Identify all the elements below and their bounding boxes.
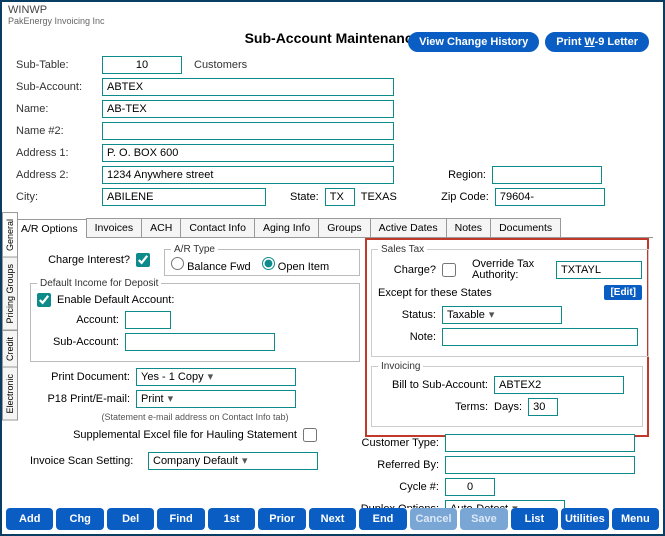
cust-type-input[interactable] [445,434,635,452]
st-edit-button[interactable]: [Edit] [604,285,642,300]
addr1-label: Address 1: [16,147,96,159]
zip-label: Zip Code: [433,191,489,203]
addr2-label: Address 2: [16,169,96,181]
cycle-label: Cycle #: [353,481,439,493]
st-note-label: Note: [378,331,436,343]
name2-input[interactable] [102,122,394,140]
region-input[interactable] [492,166,602,184]
ar-type-legend: A/R Type [171,244,218,255]
bill-to-label: Bill to Sub-Account: [378,379,488,391]
sub-table-input[interactable] [102,56,182,74]
menu-button[interactable]: Menu [612,508,659,530]
vtab-pricing-groups[interactable]: Pricing Groups [2,257,18,331]
company-name: PakEnergy Invoicing Inc [8,16,657,26]
tab-aging-info[interactable]: Aging Info [254,218,319,237]
sub-table-label: Sub-Table: [16,59,96,71]
save-button[interactable]: Save [460,508,507,530]
st-override-input[interactable] [556,261,642,279]
chg-button[interactable]: Chg [56,508,103,530]
stmt-note: (Statement e-mail address on Contact Inf… [30,412,360,422]
next-button[interactable]: Next [309,508,356,530]
add-button[interactable]: Add [6,508,53,530]
sales-tax-legend: Sales Tax [378,244,427,255]
di-subaccount-input[interactable] [125,333,275,351]
enable-default-label: Enable Default Account: [57,294,174,306]
vtab-general[interactable]: General [2,212,18,258]
customers-text: Customers [194,59,247,71]
st-except-label: Except for these States [378,287,492,299]
tab-active-dates[interactable]: Active Dates [370,218,447,237]
prior-button[interactable]: Prior [258,508,305,530]
default-income-legend: Default Income for Deposit [37,278,161,289]
st-override-label: Override Tax Authority: [472,259,550,281]
cycle-input[interactable] [445,478,495,496]
di-subaccount-label: Sub-Account: [37,336,119,348]
addr1-input[interactable] [102,144,394,162]
supplemental-label: Supplemental Excel file for Hauling Stat… [73,429,297,441]
name2-label: Name #2: [16,125,96,137]
city-input[interactable] [102,188,266,206]
cust-type-label: Customer Type: [353,437,439,449]
tab-invoices[interactable]: Invoices [86,218,143,237]
addr2-input[interactable] [102,166,394,184]
tab-notes[interactable]: Notes [446,218,491,237]
di-account-label: Account: [37,314,119,326]
del-button[interactable]: Del [107,508,154,530]
st-status-label: Status: [378,309,436,321]
find-button[interactable]: Find [157,508,204,530]
invoicing-legend: Invoicing [378,361,423,372]
name-input[interactable] [102,100,394,118]
print-w9-button[interactable]: Print W-9 Letter [545,32,649,52]
end-button[interactable]: End [359,508,406,530]
1st-button[interactable]: 1st [208,508,255,530]
charge-interest-checkbox[interactable] [136,253,150,267]
print-doc-select[interactable]: Yes - 1 Copy [136,368,296,386]
sub-account-input[interactable] [102,78,394,96]
terms-label: Terms: [378,401,488,413]
supplemental-checkbox[interactable] [303,428,317,442]
city-label: City: [16,191,96,203]
list-button[interactable]: List [511,508,558,530]
view-change-history-button[interactable]: View Change History [408,32,539,52]
region-label: Region: [430,169,486,181]
p18-label: P18 Print/E-mail: [30,393,130,405]
days-input[interactable] [528,398,558,416]
state-input[interactable] [325,188,355,206]
vtab-electronic[interactable]: Electronic [2,367,18,421]
st-note-input[interactable] [442,328,638,346]
tab-a-r-options[interactable]: A/R Options [12,219,87,238]
zip-input[interactable] [495,188,605,206]
p18-select[interactable]: Print [136,390,296,408]
ref-by-label: Referred By: [353,459,439,471]
open-item-option[interactable]: Open Item [262,261,329,273]
enable-default-checkbox[interactable] [37,293,51,307]
print-doc-label: Print Document: [30,371,130,383]
vtab-credit[interactable]: Credit [2,330,18,368]
cancel-button[interactable]: Cancel [410,508,457,530]
balance-fwd-option[interactable]: Balance Fwd [171,261,251,273]
tab-ach[interactable]: ACH [141,218,181,237]
app-name: WINWP [8,4,657,16]
tab-contact-info[interactable]: Contact Info [180,218,255,237]
st-status-select[interactable]: Taxable [442,306,562,324]
scan-label: Invoice Scan Setting: [30,455,142,467]
sub-account-label: Sub-Account: [16,81,96,93]
st-charge-checkbox[interactable] [442,263,456,277]
scan-select[interactable]: Company Default [148,452,318,470]
days-label: Days: [494,401,522,413]
di-account-input[interactable] [125,311,171,329]
charge-interest-label: Charge Interest? [30,254,130,266]
st-charge-label: Charge? [378,264,436,276]
tab-documents[interactable]: Documents [490,218,561,237]
state-name: TEXAS [361,191,397,203]
ref-by-input[interactable] [445,456,635,474]
tab-groups[interactable]: Groups [318,218,370,237]
state-label: State: [290,191,319,203]
name-label: Name: [16,103,96,115]
bill-to-input[interactable] [494,376,624,394]
utilities-button[interactable]: Utilities [561,508,608,530]
